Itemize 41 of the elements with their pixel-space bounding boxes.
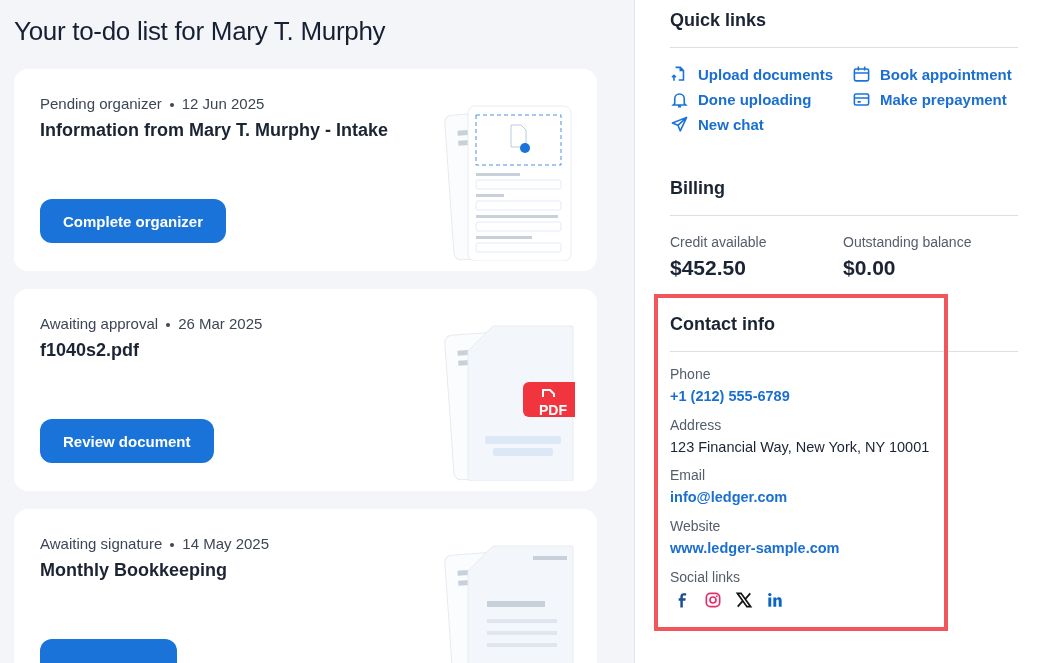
- section-heading: Billing: [670, 178, 1018, 216]
- bell-icon: [670, 90, 689, 109]
- task-title: Information from Mary T. Murphy - Intake: [40, 120, 389, 141]
- contact-value: 123 Financial Way, New York, NY 10001: [670, 439, 931, 455]
- page-title: Your to-do list for Mary T. Murphy: [14, 16, 387, 47]
- credit-card-icon: [852, 90, 871, 109]
- x-icon[interactable]: [734, 590, 754, 610]
- calendar-icon: [852, 65, 871, 84]
- billing-label: Credit available: [670, 234, 768, 250]
- contact-link[interactable]: www.ledger-sample.com: [670, 540, 840, 556]
- contact-link[interactable]: info@ledger.com: [670, 489, 788, 505]
- section-heading: Contact info: [670, 314, 1018, 352]
- pdf-label: PDF: [539, 402, 567, 418]
- field-label: Address: [670, 417, 723, 433]
- quick-link[interactable]: Book appointment: [852, 65, 1018, 84]
- quick-link[interactable]: Make prepayment: [852, 90, 1018, 109]
- contact-link[interactable]: +1 (212) 555-6789: [670, 388, 790, 404]
- quick-link[interactable]: Upload documents: [670, 65, 852, 84]
- field-label: Website: [670, 518, 722, 534]
- linkedin-icon[interactable]: [765, 590, 785, 610]
- task-status: Awaiting signature: [40, 535, 163, 552]
- task-title: f1040s2.pdf: [40, 340, 141, 361]
- quick-link[interactable]: Done uploading: [670, 90, 852, 109]
- billing-label: Outstanding balance: [843, 234, 973, 250]
- field-label: Social links: [670, 569, 742, 585]
- section-heading: Quick links: [670, 10, 1018, 48]
- billing-amount: $452.50: [670, 256, 747, 280]
- task-title: Monthly Bookkeeping: [40, 560, 228, 581]
- instagram-icon[interactable]: [703, 590, 723, 610]
- task-status: Pending organizer: [40, 95, 162, 112]
- quick-link[interactable]: New chat: [670, 115, 852, 134]
- field-label: Phone: [670, 366, 712, 382]
- task-date: 14 May 2025: [182, 535, 270, 552]
- action-button[interactable]: Complete organizer: [40, 199, 227, 243]
- paper-plane-icon: [670, 115, 689, 134]
- action-button[interactable]: Review document: [40, 419, 214, 463]
- field-label: Email: [670, 467, 706, 483]
- task-date: 26 Mar 2025: [178, 315, 263, 332]
- task-status: Awaiting approval: [40, 315, 159, 332]
- billing-amount: $0.00: [843, 256, 897, 280]
- task-date: 12 Jun 2025: [181, 95, 265, 112]
